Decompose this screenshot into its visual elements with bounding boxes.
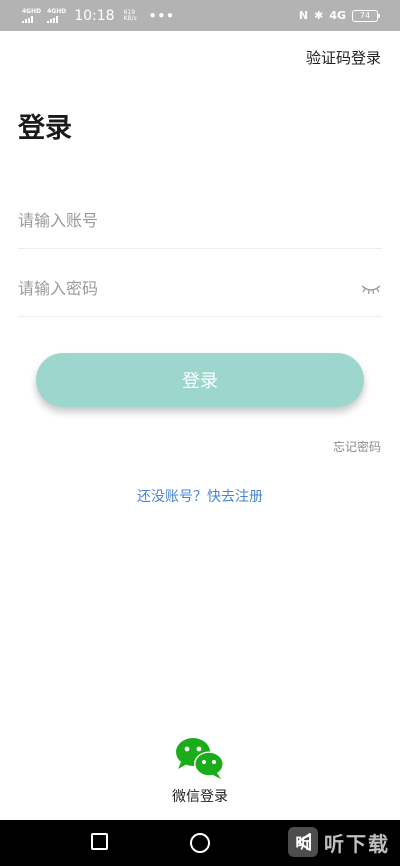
bluetooth-icon: ✱: [314, 9, 324, 22]
network-speed: 619 KB/s: [123, 9, 137, 22]
account-input[interactable]: [18, 211, 382, 230]
battery-level: 74: [359, 11, 371, 20]
status-time: 10:18: [74, 7, 115, 24]
more-notifications-icon: •••: [148, 8, 175, 23]
watermark-logo-icon: 听: [288, 827, 318, 857]
forgot-password-link[interactable]: 忘记密码: [333, 438, 381, 455]
speed-unit: KB/s: [123, 14, 137, 22]
status-left: 4GHD 4GHD 10:18 619 KB/s •••: [22, 8, 175, 24]
wechat-icon: [176, 738, 224, 779]
watermark-text: 听下载: [324, 831, 390, 856]
page-title: 登录: [18, 113, 72, 144]
recent-apps-button[interactable]: [91, 833, 108, 850]
watermark: 听 听下载: [288, 827, 390, 857]
wechat-login-label: 微信登录: [172, 789, 228, 805]
signal-indicator-2: 4GHD: [47, 7, 67, 23]
password-visibility-toggle[interactable]: [360, 282, 382, 296]
signal-label: 4GHD: [47, 7, 67, 15]
network-4g-icon: 4G: [329, 9, 346, 22]
battery-icon: 74: [352, 9, 380, 22]
home-button[interactable]: [190, 833, 210, 853]
signal-indicator-1: 4GHD: [22, 7, 42, 23]
register-link[interactable]: 还没账号？快去注册: [0, 486, 400, 506]
status-right: N ✱ 4G 74: [298, 9, 380, 22]
system-navigation-bar: 听 听下载: [0, 820, 400, 866]
account-field-row: [18, 193, 382, 249]
password-field-row: [18, 261, 382, 317]
eye-closed-icon: [361, 284, 381, 294]
nfc-icon: N: [298, 9, 309, 22]
sms-code-login-link[interactable]: 验证码登录: [306, 47, 381, 68]
signal-label: 4GHD: [22, 7, 42, 15]
password-input[interactable]: [18, 279, 360, 298]
login-screen: 4GHD 4GHD 10:18 619 KB/s ••• N ✱ 4G 74 验…: [0, 0, 400, 866]
login-button[interactable]: 登录: [36, 353, 364, 407]
status-bar: 4GHD 4GHD 10:18 619 KB/s ••• N ✱ 4G 74: [0, 0, 400, 31]
signal-bars-icon: [47, 15, 59, 23]
signal-bars-icon: [22, 15, 33, 23]
wechat-login-button[interactable]: 微信登录: [0, 736, 400, 806]
